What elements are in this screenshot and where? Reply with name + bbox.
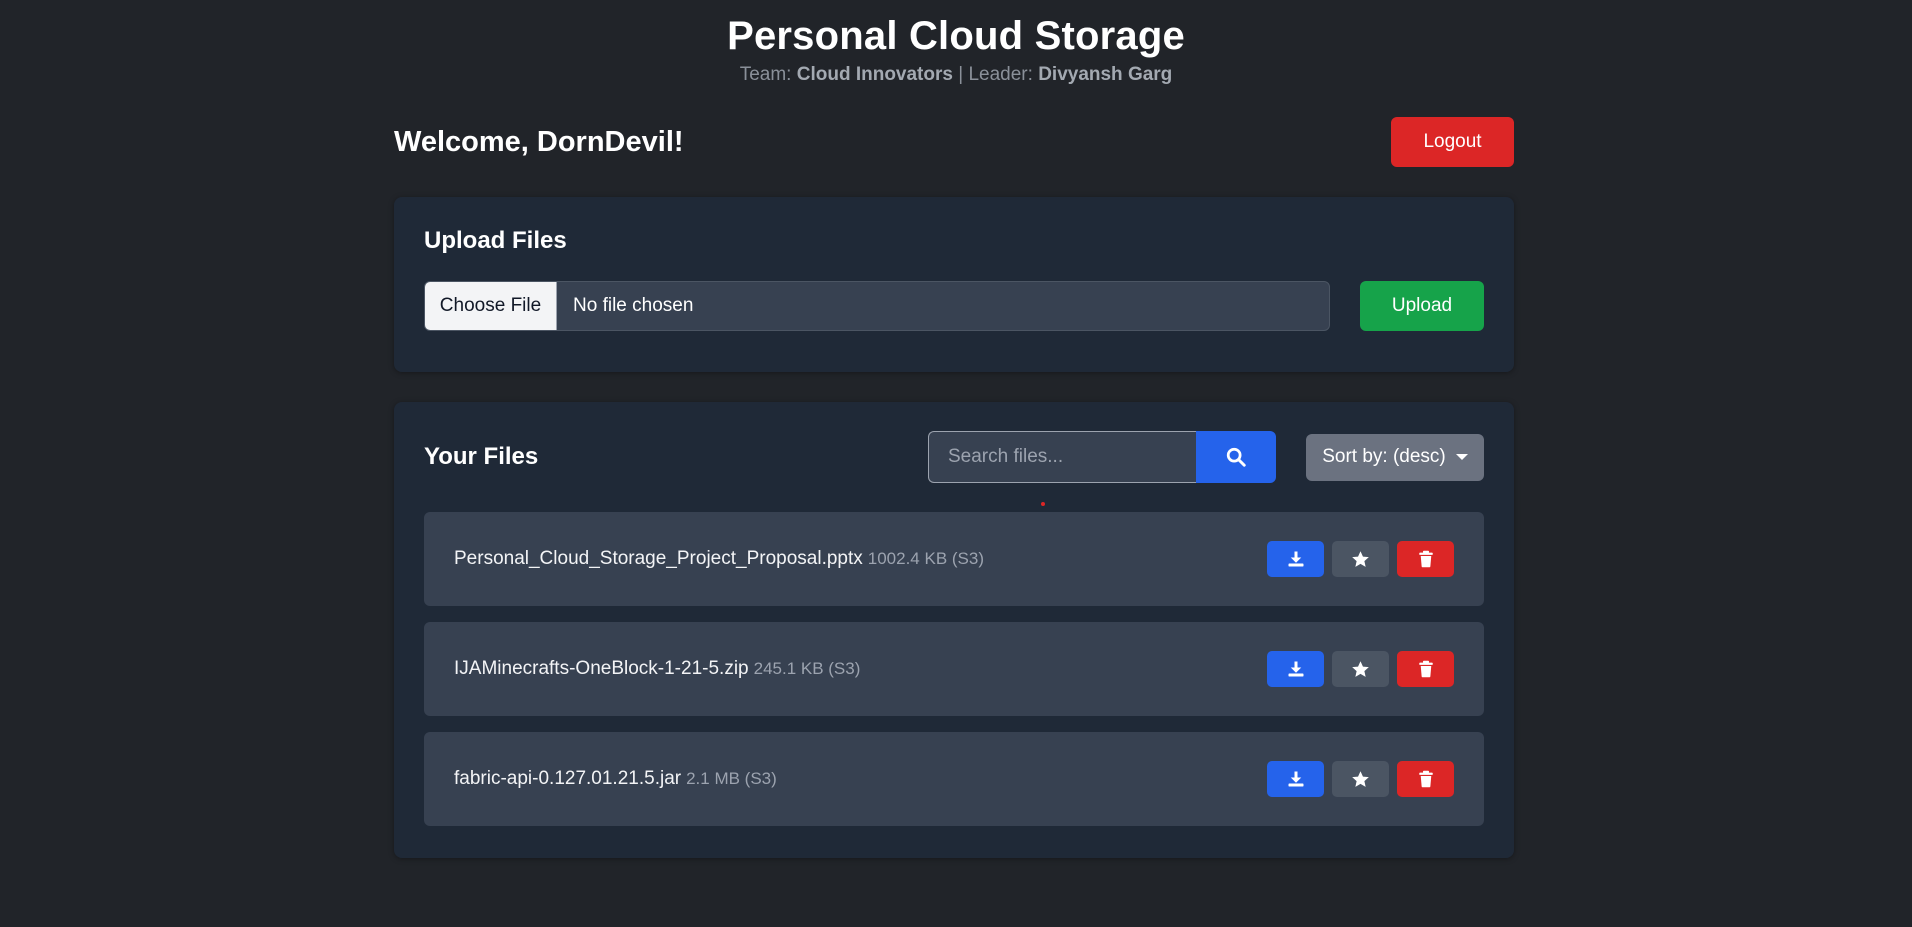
upload-card: Upload Files Choose File No file chosen …: [394, 197, 1514, 372]
search-icon: [1226, 447, 1246, 467]
team-name: Cloud Innovators: [796, 64, 953, 85]
app-title: Personal Cloud Storage: [727, 14, 1185, 58]
loading-indicator: [1041, 502, 1045, 506]
file-meta: 245.1 KB (S3): [753, 659, 861, 678]
delete-button[interactable]: [1397, 651, 1454, 687]
file-meta: 1002.4 KB (S3): [867, 549, 985, 568]
download-button[interactable]: [1267, 651, 1324, 687]
file-actions: [1267, 761, 1454, 797]
trash-icon: [1418, 550, 1433, 568]
file-row: Personal_Cloud_Storage_Project_Proposal.…: [424, 512, 1484, 606]
sort-label: Sort by: (desc): [1322, 446, 1446, 467]
file-name: fabric-api-0.127.01.21.5.jar: [454, 768, 682, 789]
search-input[interactable]: [928, 431, 1196, 483]
delete-button[interactable]: [1397, 541, 1454, 577]
star-button[interactable]: [1332, 651, 1389, 687]
star-button[interactable]: [1332, 541, 1389, 577]
star-button[interactable]: [1332, 761, 1389, 797]
star-icon: [1352, 550, 1369, 567]
download-icon: [1288, 551, 1303, 567]
search-group: [928, 431, 1276, 483]
search-button[interactable]: [1196, 431, 1276, 483]
choose-file-button[interactable]: Choose File: [425, 282, 557, 330]
file-actions: [1267, 541, 1454, 577]
file-row: IJAMinecrafts-OneBlock-1-21-5.zip 245.1 …: [424, 622, 1484, 716]
leader-prefix: | Leader:: [958, 64, 1033, 85]
upload-button[interactable]: Upload: [1360, 281, 1484, 331]
caret-down-icon: [1455, 454, 1468, 460]
upload-title: Upload Files: [424, 227, 567, 254]
trash-icon: [1418, 660, 1433, 678]
team-prefix: Team:: [739, 64, 792, 85]
file-input[interactable]: Choose File No file chosen: [424, 281, 1330, 331]
team-info: Team: Cloud Innovators | Leader: Divyans…: [0, 64, 1912, 86]
leader-name: Divyansh Garg: [1038, 64, 1173, 85]
file-meta: 2.1 MB (S3): [686, 769, 777, 788]
download-icon: [1288, 771, 1303, 787]
star-icon: [1352, 660, 1369, 677]
delete-button[interactable]: [1397, 761, 1454, 797]
file-status-text: No file chosen: [573, 295, 694, 316]
file-list: Personal_Cloud_Storage_Project_Proposal.…: [424, 512, 1484, 826]
sort-dropdown[interactable]: Sort by: (desc): [1306, 433, 1484, 481]
file-actions: [1267, 651, 1454, 687]
download-button[interactable]: [1267, 761, 1324, 797]
upload-row: Choose File No file chosen Upload: [424, 281, 1484, 331]
files-title: Your Files: [424, 443, 539, 470]
files-card: Your Files Sort by: (desc) Personal_Clou…: [394, 402, 1514, 858]
file-row: fabric-api-0.127.01.21.5.jar 2.1 MB (S3): [424, 732, 1484, 826]
welcome-row: Welcome, DornDevil! Logout: [394, 117, 1514, 167]
file-name: IJAMinecrafts-OneBlock-1-21-5.zip: [454, 658, 749, 679]
logout-button[interactable]: Logout: [1391, 117, 1514, 167]
welcome-message: Welcome, DornDevil!: [394, 125, 684, 158]
download-button[interactable]: [1267, 541, 1324, 577]
files-header: Your Files Sort by: (desc): [424, 431, 1484, 483]
trash-icon: [1418, 770, 1433, 788]
page-header: Personal Cloud Storage Team: Cloud Innov…: [0, 0, 1912, 100]
file-name: Personal_Cloud_Storage_Project_Proposal.…: [454, 548, 863, 569]
star-icon: [1352, 770, 1369, 787]
download-icon: [1288, 661, 1303, 677]
